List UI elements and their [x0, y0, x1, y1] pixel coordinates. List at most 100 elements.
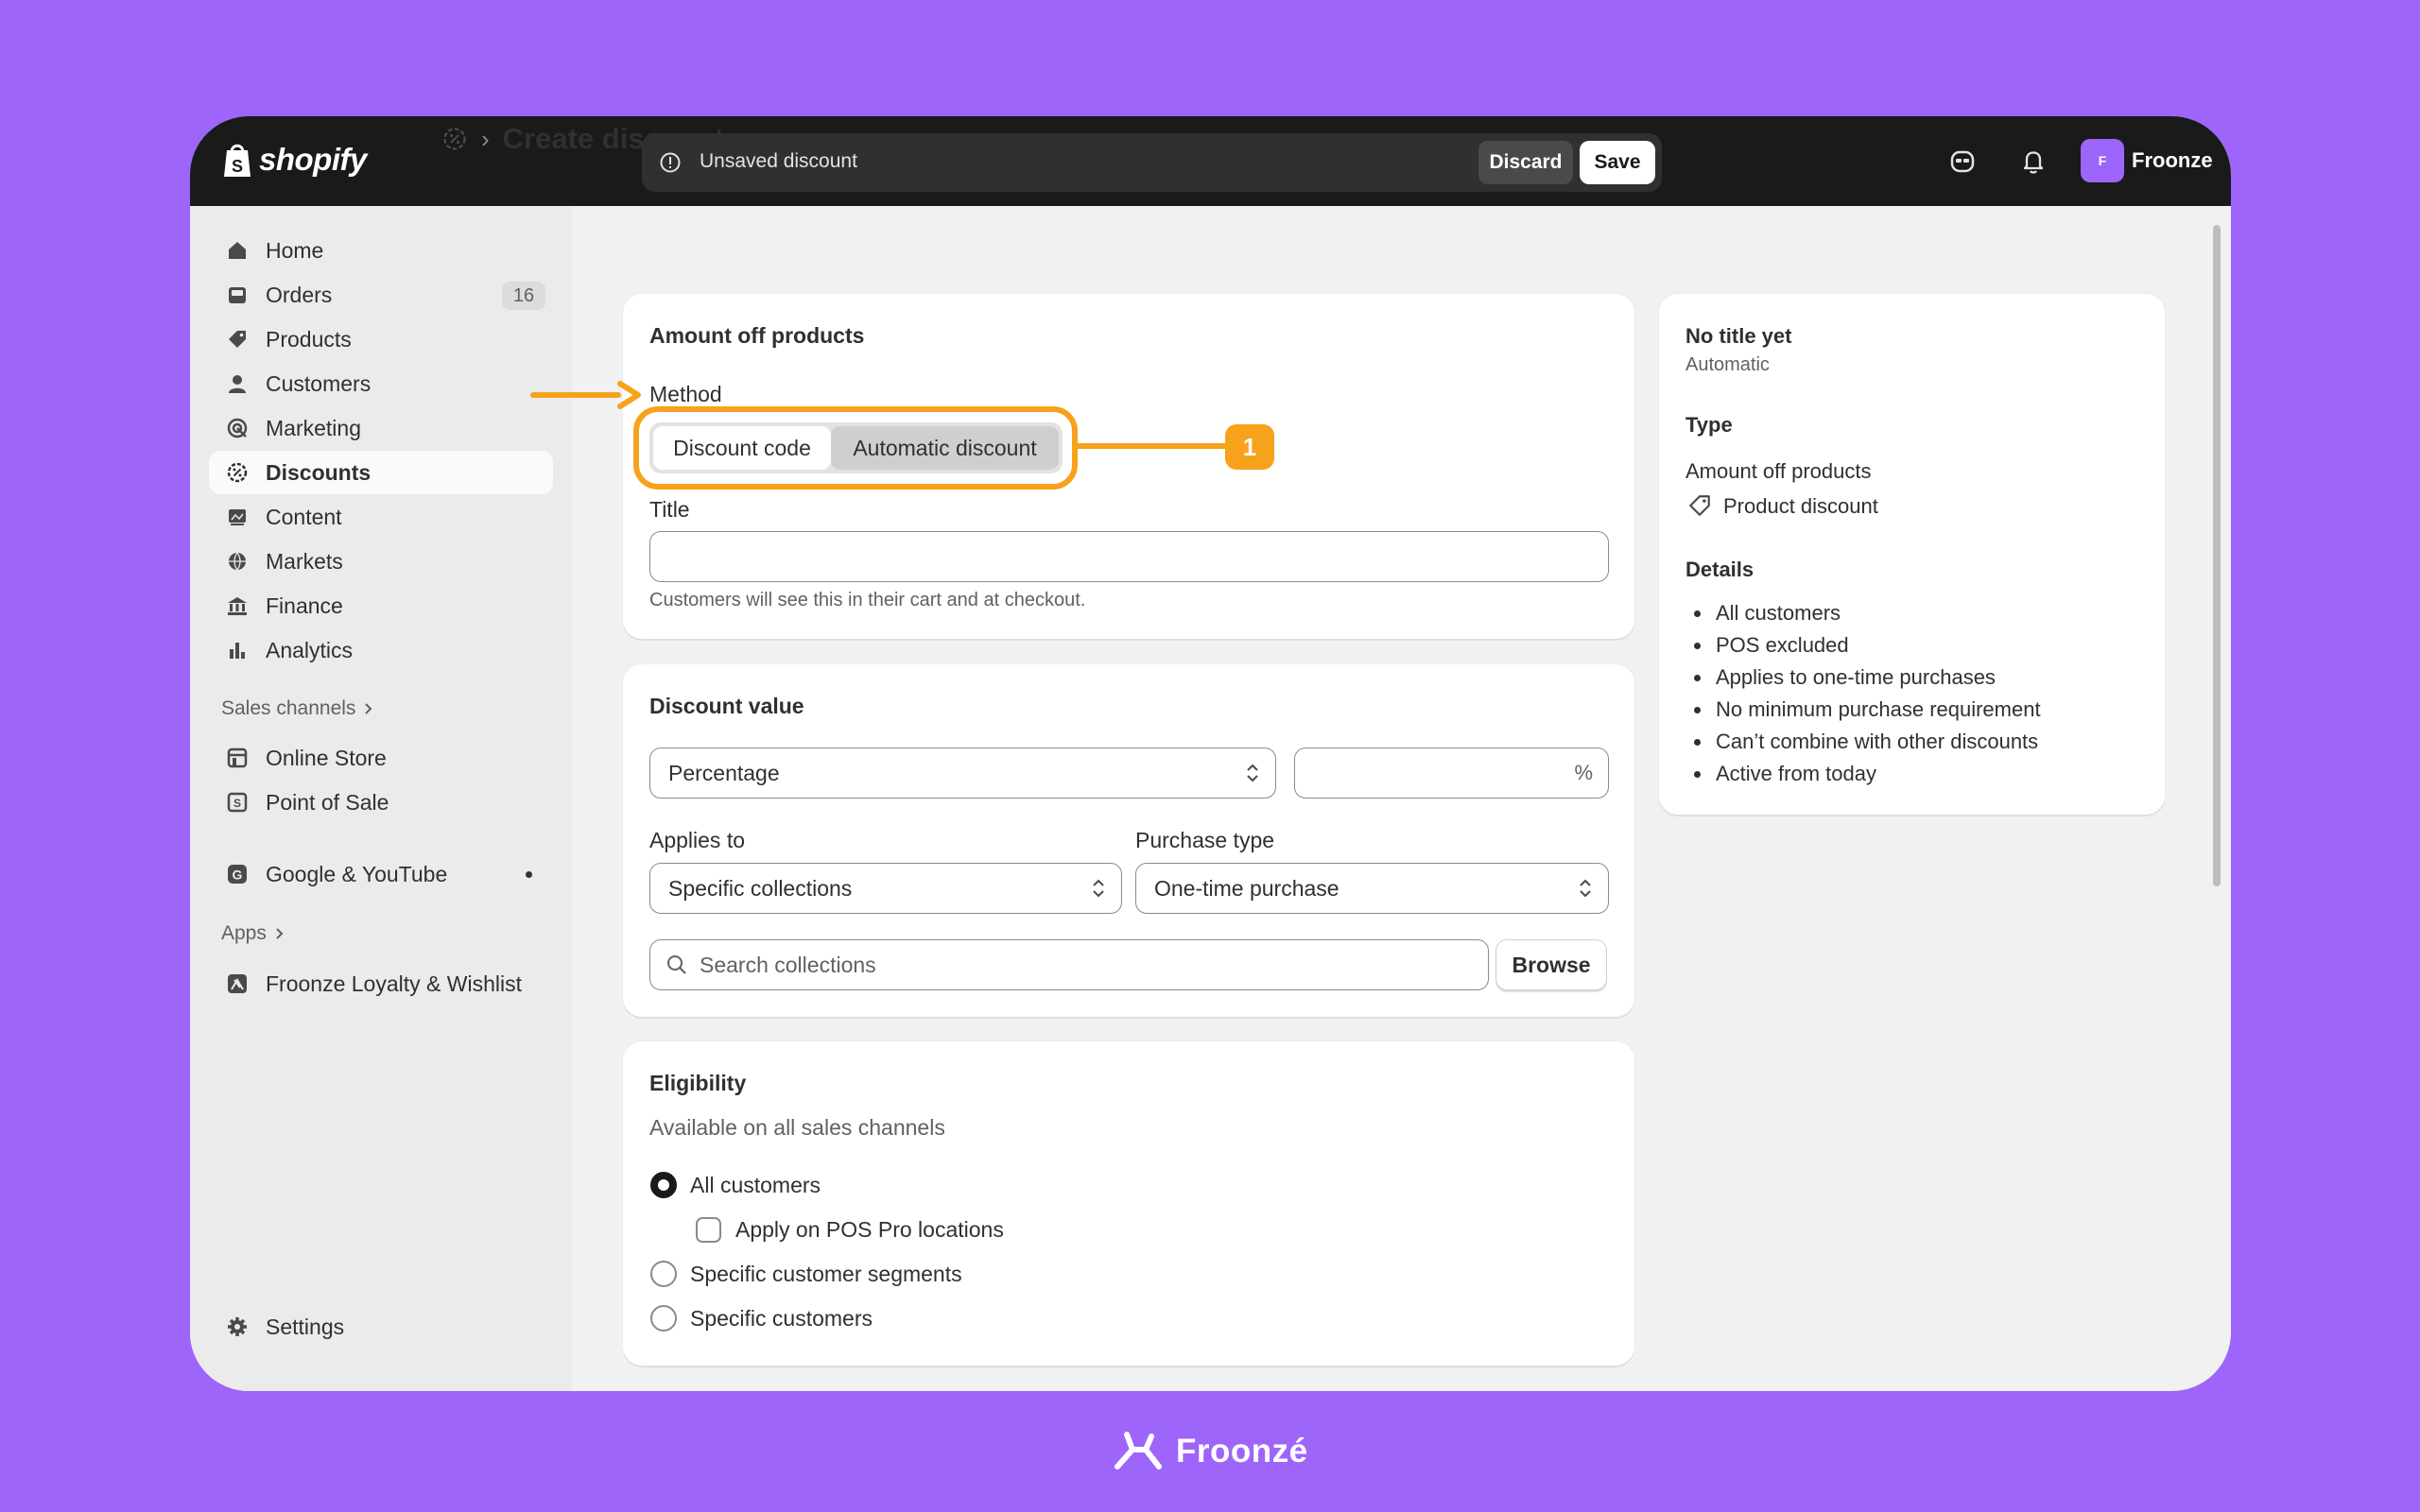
user-name[interactable]: Froonze [2132, 148, 2213, 173]
discount-type-select[interactable]: Percentage [649, 747, 1276, 799]
pos-pro-label[interactable]: Apply on POS Pro locations [735, 1217, 1004, 1243]
orders-icon [229, 287, 246, 303]
person-icon [229, 375, 246, 393]
sidebar-item-label: Customers [266, 370, 372, 396]
froonze-logo-icon [1115, 1432, 1162, 1469]
sidebar-item-label: Orders [266, 282, 333, 307]
breadcrumb: › Create discount [441, 122, 724, 156]
select-chevron-icon [1247, 764, 1258, 782]
apps-heading[interactable]: Apps [221, 922, 285, 945]
purchase-type-select[interactable]: One-time purchase [1135, 863, 1609, 914]
froonze-footer-logo: Froonzé [1114, 1429, 1308, 1474]
discount-type-value: Percentage [668, 760, 780, 785]
page-title: Create discount [502, 122, 724, 155]
logo-wordmark: shopify [259, 142, 367, 177]
sidebar-item-label: Settings [266, 1314, 345, 1339]
sidebar: Home Orders 16 Products Customers Market… [190, 206, 572, 1391]
sidebar-item-marketing[interactable]: Marketing [209, 406, 553, 450]
annotation-highlight-box [633, 406, 1078, 490]
purchase-type-label: Purchase type [1135, 828, 1275, 852]
sidebar-item-label: Analytics [266, 637, 354, 662]
sidebar-item-label: Content [266, 504, 342, 529]
sidebar-item-label: Markets [266, 548, 343, 574]
method-label: Method [649, 382, 722, 406]
sidebar-item-discounts[interactable]: Discounts [209, 451, 553, 494]
home-icon [229, 242, 246, 259]
chevron-right-icon [365, 703, 372, 714]
search-collections-field[interactable]: Search collections [649, 939, 1489, 990]
browse-button[interactable]: Browse [1495, 939, 1607, 990]
main-scrollbar[interactable] [2213, 225, 2221, 886]
save-button[interactable]: Save [1580, 141, 1655, 184]
bell-icon[interactable] [2020, 148, 2047, 175]
avatar[interactable]: F [2081, 139, 2124, 182]
sidebar-item-analytics[interactable]: Analytics [209, 628, 553, 672]
sidebar-item-point-of-sale[interactable]: S Point of Sale [209, 781, 553, 824]
applies-to-label: Applies to [649, 828, 746, 852]
title-label: Title [649, 497, 690, 522]
sales-channels-heading[interactable]: Sales channels [221, 697, 374, 720]
pos-pro-checkbox[interactable] [696, 1217, 721, 1243]
annotation-arrow-line [530, 392, 621, 398]
annotation-step-marker: 1 [1225, 424, 1274, 470]
shopify-logo[interactable]: S shopify [221, 141, 367, 179]
sidebar-item-online-store[interactable]: Online Store [209, 736, 553, 780]
summary-type-value: Amount off products [1685, 459, 1872, 483]
all-customers-label[interactable]: All customers [690, 1173, 821, 1198]
list-item: Can’t combine with other discounts [1694, 726, 2041, 758]
chevron-right-icon: › [481, 124, 490, 153]
gear-icon [228, 1317, 247, 1336]
specific-customers-label[interactable]: Specific customers [690, 1306, 873, 1332]
sidebar-item-customers[interactable]: Customers [209, 362, 553, 405]
sidebar-item-google-youtube[interactable]: G Google & YouTube [209, 852, 553, 896]
sidebar-item-settings[interactable]: Settings [209, 1305, 553, 1349]
sidebar-item-label: Online Store [266, 745, 387, 770]
shopify-bag-icon: S [224, 144, 251, 177]
eligibility-title: Eligibility [649, 1071, 747, 1095]
sidebar-item-label: Point of Sale [266, 789, 389, 815]
image-icon [229, 509, 246, 525]
discount-amount-input[interactable]: % [1294, 747, 1609, 799]
sidebar-item-label: Home [266, 237, 324, 263]
summary-type-heading: Type [1685, 413, 1733, 437]
sidebar-item-products[interactable]: Products [209, 318, 553, 361]
list-item: All customers [1694, 597, 2041, 629]
percent-suffix: % [1574, 761, 1593, 784]
annotation-arrowhead-icon [617, 381, 641, 409]
eligibility-subtitle: Available on all sales channels [649, 1115, 945, 1140]
all-customers-radio[interactable] [650, 1172, 677, 1198]
orders-count-badge: 16 [502, 282, 545, 310]
discount-value-title: Discount value [649, 694, 804, 718]
notification-dot [526, 871, 532, 878]
summary-title: No title yet [1685, 324, 1792, 348]
sidebar-item-label: Google & YouTube [266, 861, 448, 886]
sidebar-item-markets[interactable]: Markets [209, 540, 553, 583]
list-item: No minimum purchase requirement [1694, 694, 2041, 726]
list-item: POS excluded [1694, 629, 2041, 662]
bank-icon [228, 597, 247, 615]
title-help-text: Customers will see this in their cart an… [649, 590, 1086, 610]
sidekick-icon[interactable] [1949, 148, 1976, 175]
discard-button[interactable]: Discard [1478, 141, 1573, 184]
customer-segments-radio[interactable] [650, 1261, 677, 1287]
sidebar-item-label: Finance [266, 593, 343, 618]
sidebar-item-label: Froonze Loyalty & Wishlist [266, 971, 522, 996]
specific-customers-radio[interactable] [650, 1305, 677, 1332]
applies-to-select[interactable]: Specific collections [649, 863, 1122, 914]
method-card-title: Amount off products [649, 323, 865, 348]
discount-icon[interactable] [441, 126, 468, 152]
customer-segments-label[interactable]: Specific customer segments [690, 1262, 962, 1287]
unsaved-changes-bar: Unsaved discount Discard Save [642, 133, 1662, 192]
sidebar-item-finance[interactable]: Finance [209, 584, 553, 627]
summary-subtitle: Automatic [1685, 354, 1770, 375]
summary-details-list: All customers POS excluded Applies to on… [1694, 597, 2041, 790]
sidebar-item-content[interactable]: Content [209, 495, 553, 539]
title-input[interactable] [649, 531, 1609, 582]
sidebar-item-orders[interactable]: Orders 16 [209, 273, 553, 317]
sidebar-item-froonze-app[interactable]: Froonze Loyalty & Wishlist [209, 962, 553, 1005]
purchase-type-value: One-time purchase [1154, 875, 1340, 901]
svg-text:G: G [233, 868, 243, 883]
sidebar-item-home[interactable]: Home [209, 229, 553, 272]
svg-text:S: S [233, 797, 241, 810]
globe-icon [229, 552, 246, 571]
